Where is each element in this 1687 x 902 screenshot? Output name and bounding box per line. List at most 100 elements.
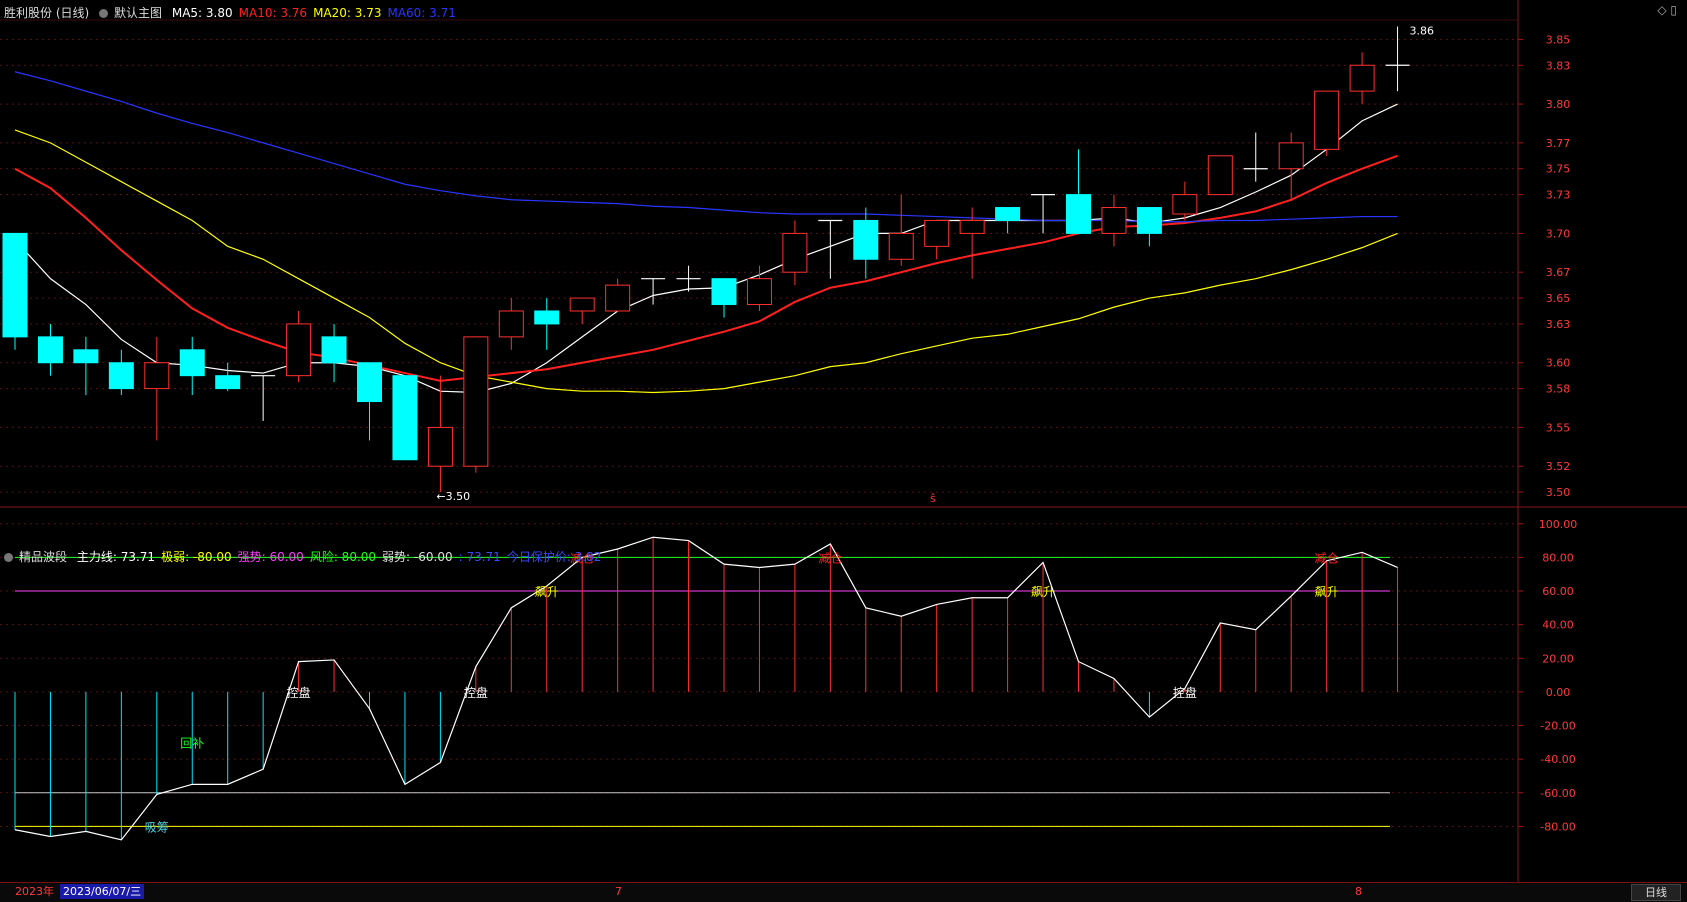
price-tick-label: 3.55	[1546, 421, 1571, 434]
price-tick-label: 3.75	[1546, 163, 1571, 176]
candle-body-up	[1207, 155, 1233, 196]
price-tick-label: 3.80	[1546, 98, 1571, 111]
indicator-tick-label: -40.00	[1540, 753, 1575, 766]
indicator-tick-label: -80.00	[1540, 820, 1575, 833]
stock-title[interactable]: 胜利股份 (日线)	[4, 6, 89, 20]
indicator-tick-label: -60.00	[1540, 787, 1575, 800]
candle-body-up	[286, 323, 312, 377]
kline-chart[interactable]: 3.85 3.83 3.80 3.77 3.75 3.73 3.70 3.67 3.65 3.63…	[0, 0, 1687, 882]
ma-legend-item: MA20: 3.73	[313, 6, 382, 20]
chart-frame	[0, 0, 1687, 882]
main-chart-header: 胜利股份 (日线) 默认主图 MA5: 3.80 MA10: 3.76 MA20: …	[4, 4, 468, 21]
candle-body-up	[746, 278, 772, 306]
signal-label: 减仓	[818, 551, 842, 565]
indicator-settings-icon[interactable]	[4, 553, 13, 562]
date-axis-bar	[0, 882, 1687, 902]
cursor-date: 2023/06/07/三	[60, 884, 145, 899]
indicator-legend-item: : 73.71	[458, 550, 501, 564]
candle-body-up	[782, 232, 808, 273]
signal-label: 控盘	[1173, 685, 1197, 700]
ma-legend-item: MA60: 3.71	[387, 6, 456, 20]
candle-body-down	[108, 362, 134, 390]
price-tick-label: 3.85	[1546, 33, 1571, 46]
indicator-tick-label: 40.00	[1542, 619, 1574, 632]
signal-label: 飙升	[1031, 584, 1055, 599]
signal-label: 飙升	[1315, 584, 1339, 599]
price-tick-label: 3.58	[1546, 383, 1571, 396]
candle-body-up	[924, 219, 950, 247]
price-tick-label: 3.65	[1546, 292, 1571, 305]
indicator-header: 精品波段 主力线: 73.71 极弱: -80.00 强势: 60.00 风险: 80…	[4, 548, 613, 565]
indicator-tick-label: 60.00	[1542, 585, 1574, 598]
signal-label: 飙升	[535, 584, 559, 599]
candle-body-down	[357, 362, 382, 403]
indicator-tick-label: 80.00	[1542, 551, 1574, 564]
indicator-legend-item: 极弱: -80.00	[161, 550, 232, 564]
indicator-tick-label: -20.00	[1540, 720, 1575, 733]
indicator-legend-item: 弱势: -60.00	[382, 550, 453, 564]
candle-body-down	[321, 336, 347, 364]
period-button[interactable]: 日线	[1631, 884, 1681, 901]
indicator-legend: 主力线: 73.71 极弱: -80.00 强势: 60.00 风险: 80.00 弱势…	[77, 550, 608, 564]
ma-legend-item: MA5: 3.80	[171, 6, 233, 20]
candle-body-down	[995, 207, 1021, 221]
month-label-jul: 7	[615, 885, 622, 898]
moving-average-lines	[14, 71, 1398, 394]
price-axis: 3.85 3.83 3.80 3.77 3.75 3.73 3.70 3.67 3.65 3.63…	[1518, 33, 1570, 499]
candle-body-down	[73, 349, 99, 364]
price-annotation: ←3.50	[436, 490, 470, 503]
signal-label: 减仓	[1315, 551, 1339, 565]
price-annotations: 3.86 ←3.50 ŝ	[436, 24, 1434, 505]
candle-body-down	[179, 349, 205, 377]
candle-body-up	[498, 310, 524, 338]
window-control-icons[interactable]: ◇ ▯	[1657, 3, 1677, 17]
view-label[interactable]: 默认主图	[114, 6, 162, 20]
month-label-aug: 8	[1355, 885, 1362, 898]
candle-body-up	[888, 232, 914, 260]
candle-body-up	[569, 297, 595, 312]
candle-body-up	[463, 336, 489, 467]
indicator-legend-item: 主力线: 73.71	[76, 550, 156, 564]
candle-body-up	[1314, 90, 1340, 150]
candle-body-down	[534, 310, 560, 325]
candle-body-up	[1101, 207, 1127, 234]
indicator-signal-labels: 吸筹回补控盘 控盘飙升减仓 减仓飙升控盘减仓飙升	[145, 551, 1339, 834]
indicator-tick-label: 20.00	[1542, 652, 1574, 665]
candle-body-up	[959, 219, 985, 234]
ma-legend: MA5: 3.80 MA10: 3.76 MA20: 3.73 MA60: 3.71	[172, 6, 462, 20]
candle-body-up	[1278, 142, 1304, 170]
settings-icon[interactable]	[99, 9, 109, 18]
indicator-tick-label: 100.00	[1539, 518, 1578, 531]
candlesticks[interactable]	[2, 26, 1410, 493]
price-tick-label: 3.63	[1546, 318, 1571, 331]
candle-body-up	[144, 362, 170, 390]
candle-body-up	[605, 284, 631, 312]
price-tick-label: 3.52	[1546, 460, 1571, 473]
candle-body-down	[37, 336, 63, 364]
ma-line-ma20	[14, 129, 1398, 394]
signal-label: 控盘	[287, 685, 311, 700]
indicator-axis: 100.00 80.00 60.00 40.00 20.00 0.00 -20.00 -40.…	[1518, 518, 1578, 833]
candle-body-up	[1349, 64, 1375, 92]
signal-label: 吸筹	[145, 820, 169, 834]
candle-body-down	[1136, 207, 1162, 234]
marker-glyph: ŝ	[930, 492, 936, 505]
candle-body-down	[853, 219, 879, 260]
indicator-name[interactable]: 精品波段	[19, 550, 67, 564]
indicator-tick-label: 0.00	[1546, 686, 1571, 699]
candle-body-down	[215, 375, 241, 390]
indicator-legend-item: 今日保护价: 3.82	[506, 550, 602, 564]
year-label: 2023年	[15, 885, 54, 898]
candle-body-up	[1172, 194, 1198, 215]
price-tick-label: 3.77	[1546, 137, 1571, 150]
candle-body-down	[392, 375, 418, 461]
indicator-legend-item: 风险: 80.00	[309, 550, 377, 564]
ma-line-ma10	[14, 154, 1398, 382]
candle-body-down	[2, 232, 28, 338]
signal-label: 控盘	[464, 685, 488, 700]
indicator-legend-item: 强势: 60.00	[237, 550, 304, 564]
candle-body-down	[711, 278, 737, 306]
price-tick-label: 3.70	[1546, 227, 1571, 240]
price-tick-label: 3.73	[1546, 189, 1571, 202]
signal-label: 回补	[180, 736, 204, 750]
